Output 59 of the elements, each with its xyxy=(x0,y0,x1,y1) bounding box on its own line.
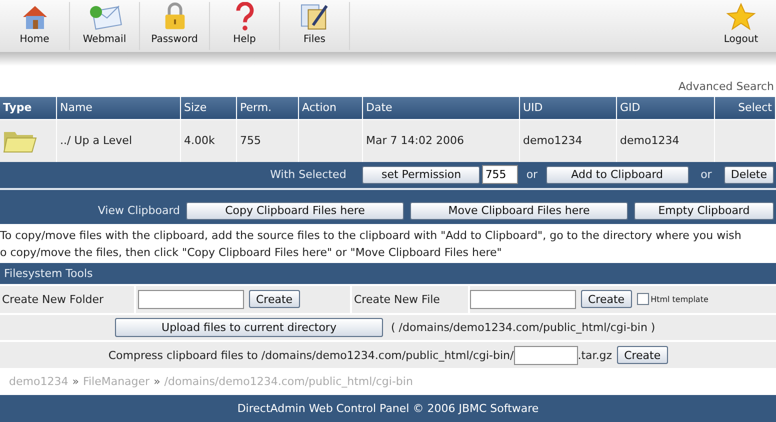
set-permission-button[interactable]: set Permission xyxy=(362,166,480,184)
column-header: Name xyxy=(57,96,181,119)
toolbar-button[interactable]: Home xyxy=(0,2,70,50)
folder-name-field[interactable] xyxy=(138,290,244,309)
directory-path: ( /domains/demo1234.com/public_html/cgi-bin ) xyxy=(391,321,656,334)
file-name-field[interactable] xyxy=(470,290,576,309)
table-cell: 755 xyxy=(237,118,299,162)
toolbar-button[interactable]: Password xyxy=(140,2,210,50)
create-button[interactable]: Create xyxy=(581,290,632,308)
table-cell: demo1234 xyxy=(520,118,617,162)
upload-button[interactable]: Upload files to current directory xyxy=(115,318,383,338)
delete-button[interactable]: Delete xyxy=(724,166,774,184)
checkbox-label: Html template xyxy=(650,294,708,304)
column-header: Type xyxy=(0,96,57,119)
help-text: To copy/move files with the clipboard, add the source files to the clipboard with "Add to Clipboard", go to the directory where you wish xyxy=(0,228,742,244)
question-mark-icon xyxy=(234,2,256,31)
help-text: o copy/move the files, then click "Copy Clipboard Files here" or "Move Clipboard Files here" xyxy=(0,244,503,261)
logout-button[interactable]: Logout xyxy=(706,2,776,50)
footer-text: DirectAdmin Web Control Panel © 2006 JBMC Software xyxy=(0,395,776,422)
section-title: Filesystem Tools xyxy=(0,262,776,284)
field-label: Create New Folder xyxy=(2,292,104,306)
breadcrumb-separator: » xyxy=(154,375,160,388)
or-label: or xyxy=(700,168,712,182)
clipboard-button[interactable]: Empty Clipboard xyxy=(634,202,774,220)
toolbar-button[interactable]: Help xyxy=(210,2,280,50)
view-clipboard-label: View Clipboard xyxy=(98,204,180,218)
star-icon xyxy=(726,2,756,31)
table-cell: 4.00k xyxy=(181,118,237,162)
column-header: Perm. xyxy=(237,96,299,119)
compress-label: Compress clipboard files to /domains/demo1234.com/public_html/cgi-bin/ xyxy=(108,348,514,362)
toolbar-button[interactable]: Webmail xyxy=(70,2,140,50)
permission-field[interactable]: 755 xyxy=(482,165,518,184)
toolbar-button[interactable]: Files xyxy=(280,2,350,50)
column-header: UID xyxy=(520,96,617,119)
envelope-icon xyxy=(88,3,122,31)
table-cell xyxy=(299,118,363,162)
table-cell xyxy=(715,118,776,162)
column-header: GID xyxy=(617,96,715,119)
table-cell[interactable]: ../ Up a Level xyxy=(57,118,181,162)
documents-icon xyxy=(298,2,330,31)
checkbox[interactable] xyxy=(636,293,649,306)
with-selected-label: With Selected xyxy=(270,168,346,182)
field-label: Create New File xyxy=(354,292,440,306)
clipboard-button[interactable]: Move Clipboard Files here xyxy=(410,202,628,220)
column-header: Select xyxy=(715,96,776,119)
column-header: Date xyxy=(363,96,520,119)
or-label: or xyxy=(526,168,538,182)
column-header: Size xyxy=(181,96,237,119)
extension-label: .tar.gz xyxy=(578,348,612,362)
add-to-clipboard-button[interactable]: Add to Clipboard xyxy=(546,166,689,184)
breadcrumb-separator: » xyxy=(72,375,79,388)
create-button[interactable]: Create xyxy=(617,346,668,364)
advanced-search-link[interactable]: Advanced Search xyxy=(678,80,774,93)
column-header: Action xyxy=(299,96,363,119)
table-cell: demo1234 xyxy=(617,118,715,162)
table-cell: Mar 7 14:02 2006 xyxy=(363,118,520,162)
archive-name-field[interactable] xyxy=(514,346,578,365)
clipboard-button[interactable]: Copy Clipboard Files here xyxy=(186,202,404,220)
create-button[interactable]: Create xyxy=(249,290,300,308)
